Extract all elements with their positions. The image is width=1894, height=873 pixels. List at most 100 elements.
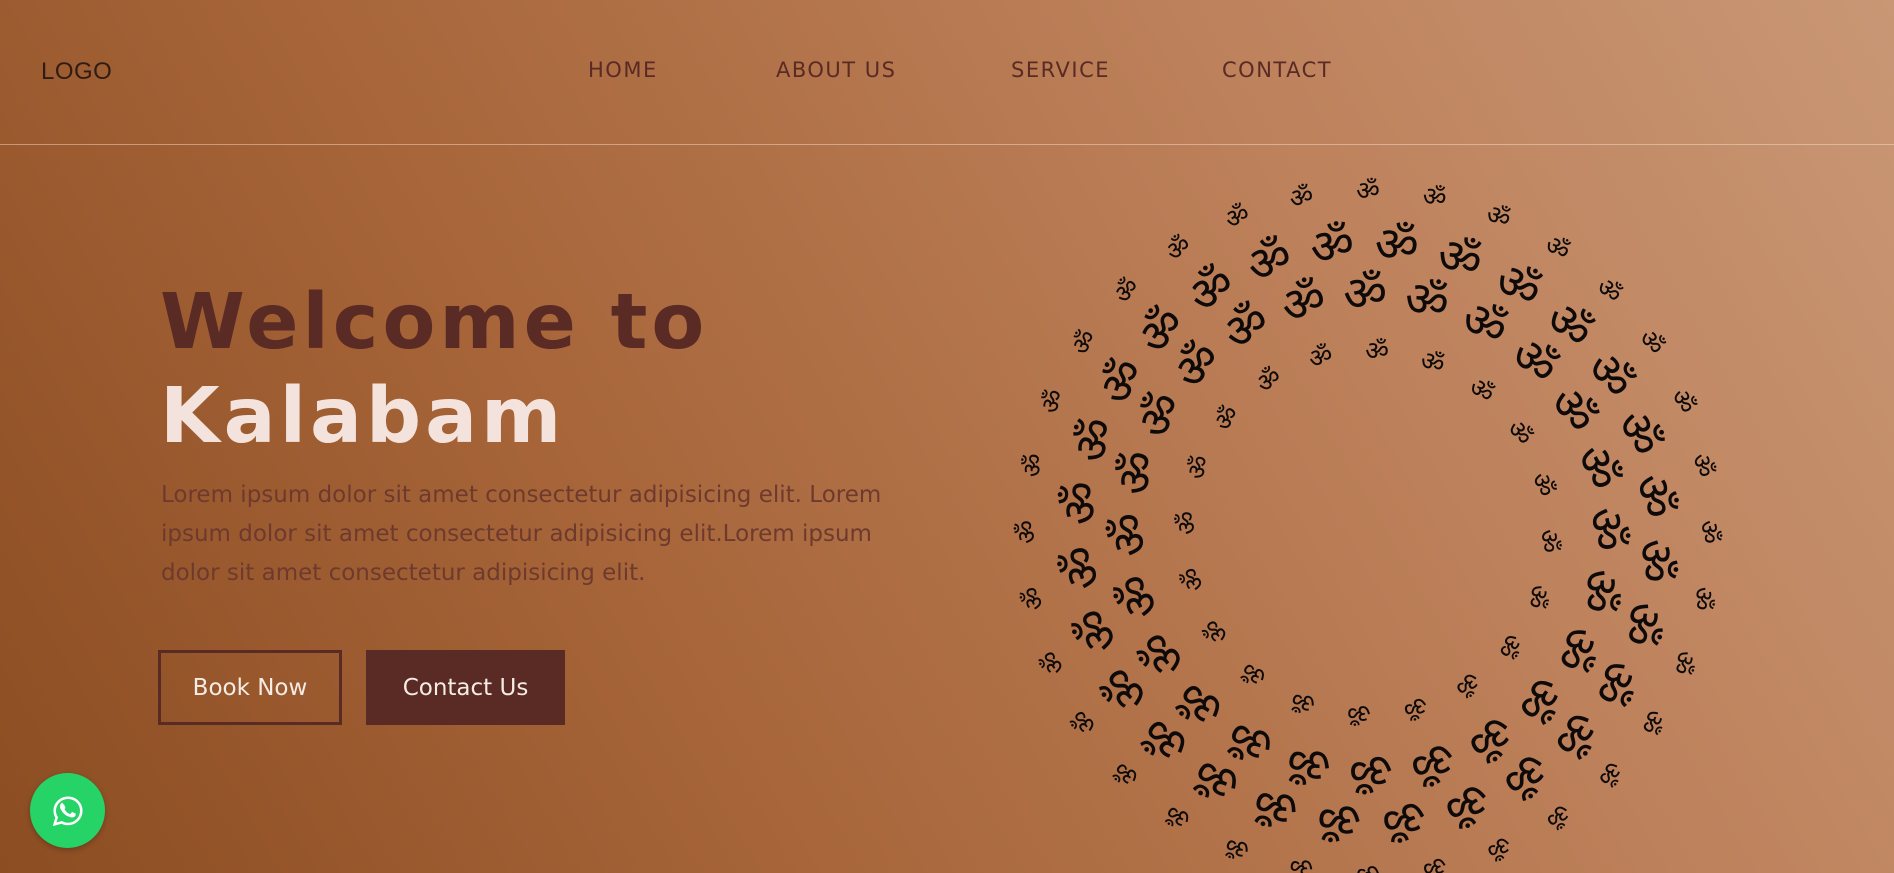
om-symbol: ॐ bbox=[1128, 620, 1199, 686]
whatsapp-button[interactable] bbox=[30, 773, 105, 848]
om-symbol: ॐ bbox=[1213, 292, 1279, 363]
om-symbol: ॐ bbox=[1052, 543, 1113, 593]
om-symbol: ॐ bbox=[1251, 362, 1287, 400]
om-symbol: ॐ bbox=[1208, 400, 1246, 437]
om-symbol: ॐ bbox=[1343, 266, 1387, 323]
om-symbol: ॐ bbox=[1035, 385, 1072, 418]
om-symbol: ॐ bbox=[1166, 667, 1236, 738]
om-symbol: ॐ bbox=[1102, 513, 1159, 557]
om-symbol: ॐ bbox=[1575, 342, 1646, 409]
om-symbol: ॐ bbox=[1127, 296, 1198, 366]
om-symbol: ॐ bbox=[1349, 742, 1393, 799]
om-symbol: ॐ bbox=[1694, 520, 1724, 544]
om-symbol: ॐ bbox=[1017, 451, 1051, 480]
om-symbol: ॐ bbox=[1198, 613, 1236, 649]
om-symbol: ॐ bbox=[1281, 730, 1337, 795]
om-symbol: ॐ bbox=[1287, 682, 1320, 718]
om-symbol: ॐ bbox=[1590, 754, 1628, 792]
om-symbol: ॐ bbox=[1482, 828, 1515, 865]
om-symbol: ॐ bbox=[1066, 325, 1104, 361]
om-symbol: ॐ bbox=[1108, 754, 1146, 792]
om-symbol: ॐ bbox=[1463, 372, 1500, 410]
om-symbol: ॐ bbox=[1664, 646, 1701, 679]
om-symbol: ॐ bbox=[1533, 528, 1564, 553]
om-symbol: ॐ bbox=[1578, 507, 1635, 551]
om-symbol: ॐ bbox=[1590, 272, 1628, 310]
om-symbol: ॐ bbox=[1181, 451, 1217, 484]
om-symbol: ॐ bbox=[1449, 664, 1485, 702]
om-symbol: ॐ bbox=[1239, 228, 1299, 296]
om-symbol: ॐ bbox=[1062, 411, 1129, 470]
om-symbol: ॐ bbox=[1625, 536, 1685, 585]
site-header: LOGO HOME ABOUT US SERVICE CONTACT bbox=[0, 0, 1894, 145]
om-symbol: ॐ bbox=[1132, 703, 1202, 774]
om-symbol: ॐ bbox=[1356, 177, 1380, 207]
nav-service-link[interactable]: SERVICE bbox=[1011, 58, 1110, 82]
om-symbol: ॐ bbox=[1176, 564, 1211, 595]
om-symbol: ॐ bbox=[1420, 849, 1449, 873]
om-symbol: ॐ bbox=[1066, 703, 1104, 739]
om-symbol: ॐ bbox=[1287, 849, 1316, 873]
nav-contact-link[interactable]: CONTACT bbox=[1222, 58, 1332, 82]
book-now-button[interactable]: Book Now bbox=[158, 650, 342, 725]
om-symbol: ॐ bbox=[1219, 704, 1285, 774]
om-symbol: ॐ bbox=[1416, 345, 1449, 381]
om-symbol: ॐ bbox=[1664, 385, 1701, 418]
om-symbol: ॐ bbox=[1161, 796, 1197, 834]
om-symbol: ॐ bbox=[1685, 451, 1719, 480]
om-symbol: ॐ bbox=[1482, 199, 1515, 236]
om-symbol: ॐ bbox=[1500, 415, 1538, 451]
om-symbol: ॐ bbox=[1430, 226, 1489, 293]
om-symbol: ॐ bbox=[1064, 600, 1132, 660]
om-symbol: ॐ bbox=[1518, 580, 1554, 613]
om-symbol: ॐ bbox=[1539, 698, 1610, 768]
om-symbol: ॐ bbox=[1184, 742, 1251, 813]
om-symbol: ॐ bbox=[1236, 653, 1273, 691]
om-symbol: ॐ bbox=[1607, 594, 1674, 653]
om-symbol: ॐ bbox=[1379, 787, 1429, 848]
om-symbol: ॐ bbox=[1578, 649, 1649, 716]
om-symbol: ॐ bbox=[1632, 325, 1670, 361]
om-symbol: ॐ bbox=[1108, 272, 1146, 310]
om-symbol: ॐ bbox=[1456, 701, 1522, 772]
om-symbol: ॐ bbox=[1087, 348, 1158, 415]
contact-us-button[interactable]: Contact Us bbox=[366, 650, 565, 725]
om-symbol: ॐ bbox=[1539, 796, 1575, 834]
om-symbol: ॐ bbox=[1306, 340, 1337, 375]
nav-home-link[interactable]: HOME bbox=[588, 58, 658, 82]
om-symbol: ॐ bbox=[1315, 789, 1364, 849]
om-symbol: ॐ bbox=[1372, 215, 1421, 275]
om-symbol: ॐ bbox=[1035, 646, 1072, 679]
om-symbol: ॐ bbox=[1400, 689, 1431, 724]
om-symbol: ॐ bbox=[1287, 181, 1316, 215]
hero-title-line1: Welcome to bbox=[160, 278, 709, 367]
om-symbol: ॐ bbox=[1491, 739, 1558, 810]
om-symbol: ॐ bbox=[1525, 470, 1560, 501]
nav-about-link[interactable]: ABOUT US bbox=[776, 58, 897, 82]
om-symbol: ॐ bbox=[1404, 728, 1461, 794]
om-symbol: ॐ bbox=[1540, 616, 1610, 682]
om-symbol: ॐ bbox=[1623, 471, 1684, 521]
om-symbol: ॐ bbox=[1172, 510, 1203, 535]
om-symbol: ॐ bbox=[1539, 230, 1575, 268]
om-symbol: ॐ bbox=[1221, 828, 1254, 865]
om-symbol: ॐ bbox=[1275, 270, 1332, 336]
om-symbol: ॐ bbox=[1503, 663, 1574, 733]
om-symbol: ॐ bbox=[1346, 697, 1371, 728]
hero-title: Welcome to Kalabam bbox=[160, 276, 708, 464]
om-symbol: ॐ bbox=[1632, 703, 1670, 739]
om-symbol: ॐ bbox=[1364, 336, 1389, 367]
om-symbol: ॐ bbox=[1436, 769, 1496, 837]
logo[interactable]: LOGO bbox=[41, 58, 112, 86]
whatsapp-icon bbox=[52, 795, 83, 826]
om-symbol: ॐ bbox=[1452, 289, 1518, 359]
om-symbol: ॐ bbox=[1420, 181, 1449, 215]
om-symbol: ॐ bbox=[1161, 230, 1197, 268]
om-symbol: ॐ bbox=[1017, 584, 1051, 613]
om-symbol: ॐ bbox=[1566, 563, 1631, 619]
om-symbol: ॐ bbox=[1162, 330, 1233, 400]
om-symbol: ॐ bbox=[1564, 439, 1630, 496]
om-symbol: ॐ bbox=[1221, 199, 1254, 236]
om-symbol: ॐ bbox=[1106, 568, 1172, 625]
om-symbol: ॐ bbox=[1399, 269, 1455, 334]
